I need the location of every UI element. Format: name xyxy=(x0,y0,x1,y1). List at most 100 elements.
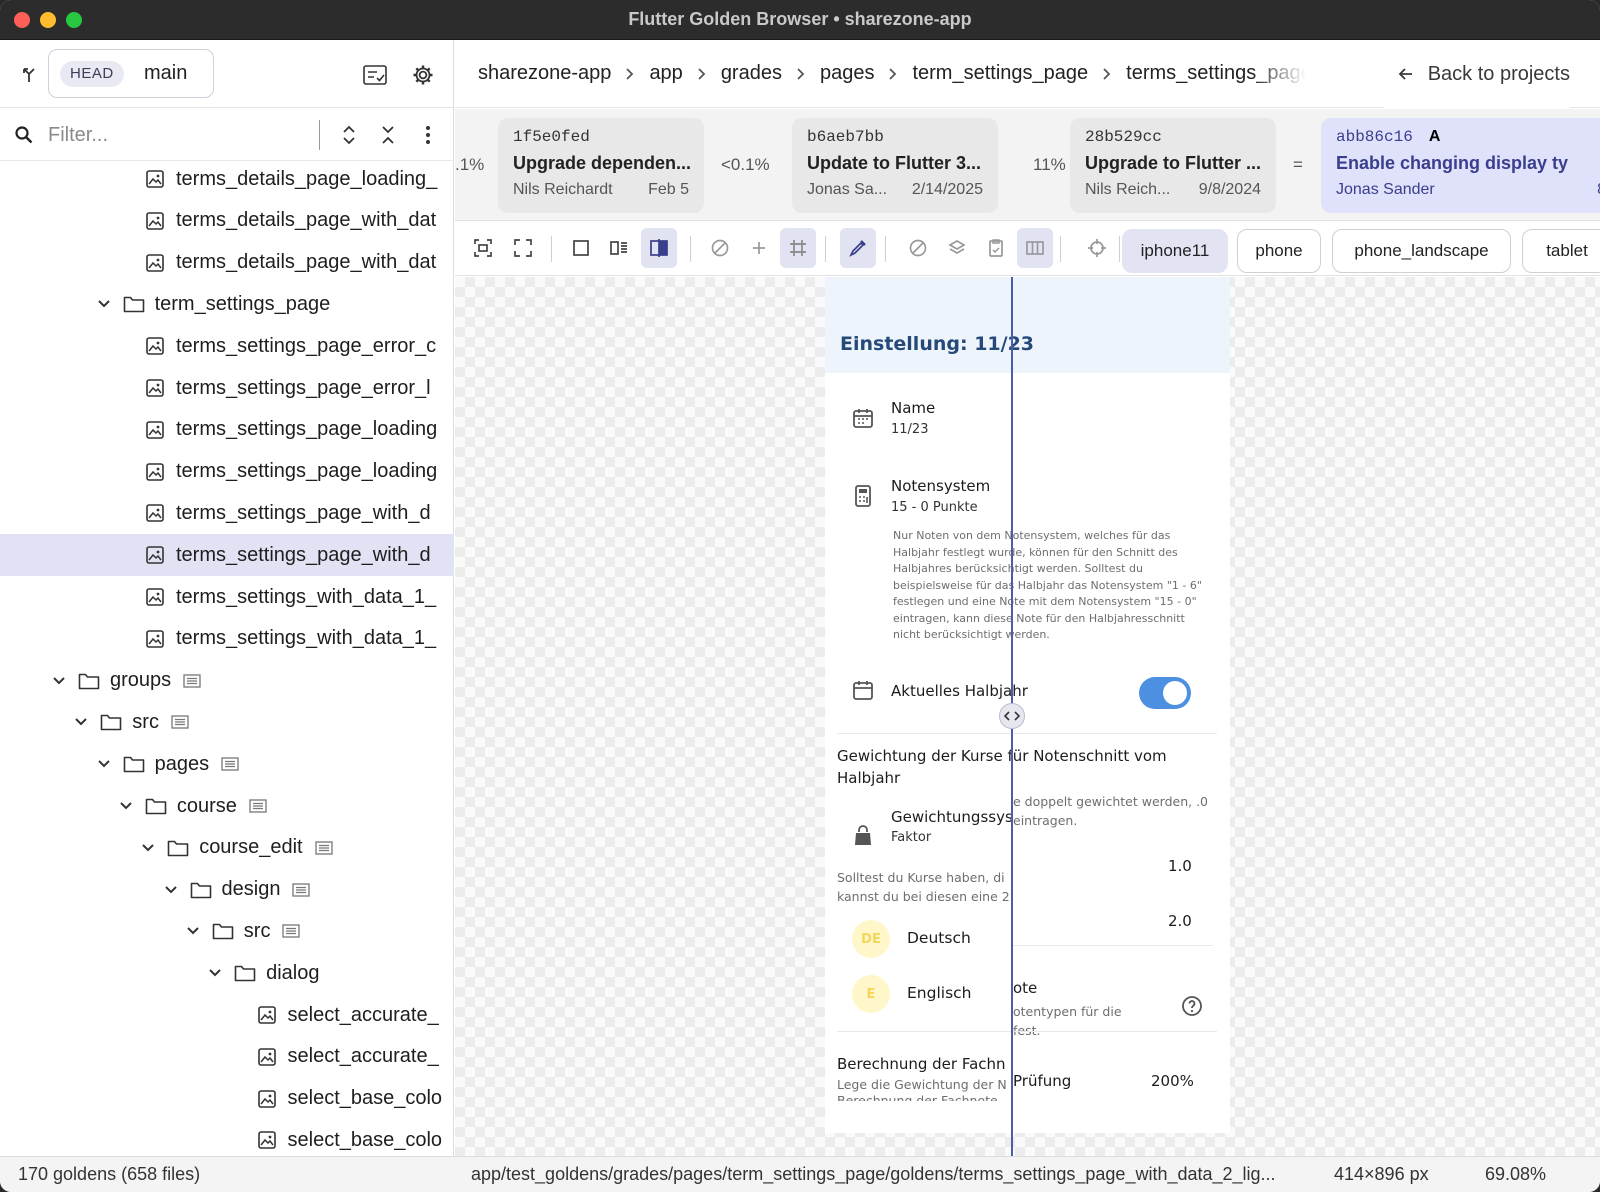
list-view-icon[interactable] xyxy=(249,799,267,813)
tree-folder[interactable]: course_edit xyxy=(0,827,454,869)
back-to-projects-button[interactable]: Back to projects xyxy=(1383,40,1570,108)
device-chip-phone_landscape[interactable]: phone_landscape xyxy=(1332,229,1511,273)
tree-file[interactable]: select_base_colo xyxy=(0,1078,454,1120)
tree-folder[interactable]: course xyxy=(0,785,454,827)
tree-file[interactable]: terms_details_page_with_dat xyxy=(0,242,454,284)
golden-subject-de: Deutsch xyxy=(907,929,971,947)
golden-file-path: app/test_goldens/grades/pages/term_setti… xyxy=(471,1164,1276,1184)
breadcrumb-item[interactable]: grades xyxy=(721,62,782,85)
target-icon[interactable] xyxy=(1079,228,1115,268)
crosshair-plus-icon[interactable] xyxy=(741,228,777,268)
fullscreen-icon[interactable] xyxy=(505,228,541,268)
compare-split-handle[interactable] xyxy=(999,703,1025,729)
tree-file[interactable]: terms_settings_with_data_1_ xyxy=(0,576,454,618)
commit-meta: Jonas Sa... 2/14/2025 xyxy=(807,181,983,199)
tree-folder[interactable]: term_settings_page xyxy=(0,283,454,325)
merge-icon[interactable] xyxy=(16,62,42,88)
tree-file[interactable]: terms_settings_page_loading xyxy=(0,451,454,493)
image-file-icon xyxy=(256,1046,278,1068)
tree-folder[interactable]: dialog xyxy=(0,952,454,994)
branch-selector[interactable]: HEAD main xyxy=(48,49,214,98)
disable-icon[interactable] xyxy=(900,228,936,268)
list-view-icon[interactable] xyxy=(171,715,189,730)
tree-file[interactable]: select_accurate_ xyxy=(0,1036,454,1078)
columns-icon[interactable] xyxy=(1017,228,1053,268)
tree-file[interactable]: terms_settings_with_data_1_ xyxy=(0,618,454,660)
tree-folder[interactable]: src xyxy=(0,910,454,952)
tree-file[interactable]: terms_settings_page_error_c xyxy=(0,325,454,367)
filter-input[interactable] xyxy=(48,118,306,152)
collapse-all-icon[interactable] xyxy=(375,121,401,149)
list-view-icon[interactable] xyxy=(292,882,311,897)
tree-file[interactable]: select_base_colo xyxy=(0,1119,454,1156)
tree-folder[interactable]: pages xyxy=(0,743,454,785)
golden-calc-sub-2: Berechnung der Fachnote xyxy=(837,1093,998,1101)
breadcrumb-item[interactable]: app xyxy=(649,62,682,85)
tree-file[interactable]: terms_details_page_loading_ xyxy=(0,161,454,200)
tree-file[interactable]: terms_settings_page_with_d xyxy=(0,492,454,534)
chevron-down-icon[interactable] xyxy=(93,293,115,315)
breadcrumb-item[interactable]: sharezone-app xyxy=(478,62,611,85)
tree-item-label: dialog xyxy=(266,961,320,984)
tree-file[interactable]: terms_details_page_with_dat xyxy=(0,200,454,242)
commit-card[interactable]: 28b529cc Upgrade to Flutter ... Nils Reich… xyxy=(1070,118,1276,213)
layers-icon[interactable] xyxy=(939,228,975,268)
breadcrumb-item[interactable]: term_settings_page xyxy=(912,62,1088,85)
tree-item-label: pages xyxy=(154,752,210,775)
tree-folder[interactable]: src xyxy=(0,701,454,743)
expand-all-icon[interactable] xyxy=(336,121,362,149)
grid-icon[interactable] xyxy=(780,228,816,268)
settings-gear-icon[interactable] xyxy=(408,60,438,90)
chevron-down-icon[interactable] xyxy=(115,795,137,817)
chevron-down-icon[interactable] xyxy=(137,837,159,859)
tree-folder[interactable]: design xyxy=(0,869,454,911)
split-compare-icon[interactable] xyxy=(641,228,677,268)
commit-card[interactable]: abb86c16 A Enable changing display ty Jonas… xyxy=(1321,118,1600,213)
color-picker-icon[interactable] xyxy=(840,228,876,268)
chevron-right-icon xyxy=(888,67,898,81)
breadcrumb-item[interactable]: terms_settings_page_with_data_2 xyxy=(1126,62,1306,85)
device-chip-phone[interactable]: phone xyxy=(1237,229,1321,273)
list-view-icon[interactable] xyxy=(282,924,301,939)
breadcrumb-item[interactable]: pages xyxy=(820,62,875,85)
tree-file[interactable]: terms_settings_page_error_l xyxy=(0,367,454,409)
title-bar: Flutter Golden Browser • sharezone-app xyxy=(0,0,1600,40)
list-view-icon[interactable] xyxy=(314,841,333,855)
chevron-down-icon[interactable] xyxy=(93,753,115,775)
device-chip-label: tablet xyxy=(1546,241,1588,260)
folder-icon xyxy=(100,711,122,733)
list-view-icon[interactable] xyxy=(221,757,239,771)
golden-subject-e: Englisch xyxy=(907,984,972,1002)
chevron-down-icon[interactable] xyxy=(48,670,70,692)
list-view-icon[interactable] xyxy=(183,673,201,688)
tree-file[interactable]: terms_settings_page_with_d xyxy=(0,534,454,577)
more-options-icon[interactable] xyxy=(416,121,440,149)
tree-file[interactable]: select_accurate_ xyxy=(0,994,454,1036)
side-by-side-icon[interactable] xyxy=(601,228,637,268)
commit-hash: 1f5e0fed xyxy=(513,128,590,146)
tree-folder[interactable]: groups xyxy=(0,660,454,702)
clipboard-icon[interactable] xyxy=(978,228,1014,268)
commit-author: Nils Reich... xyxy=(1085,181,1171,198)
toolbar-separator xyxy=(825,236,826,262)
no-diff-icon[interactable] xyxy=(702,228,738,268)
device-chip-iphone11[interactable]: iphone11 xyxy=(1122,229,1228,273)
golden-weight-2: 2.0 xyxy=(1168,912,1192,930)
golden-app-bar: Einstellung: 11/23 xyxy=(825,277,1230,373)
fit-icon[interactable] xyxy=(465,228,501,268)
chevron-down-icon[interactable] xyxy=(182,920,204,942)
tree-item-label: select_accurate_ xyxy=(287,1003,439,1026)
single-view-icon[interactable] xyxy=(563,228,599,268)
commit-card[interactable]: b6aeb7bb Update to Flutter 3... Jonas Sa..… xyxy=(792,118,998,213)
chevron-down-icon[interactable] xyxy=(204,962,226,984)
commit-diff-percent: 11% xyxy=(1033,155,1066,174)
chevron-down-icon[interactable] xyxy=(70,711,92,733)
device-chip-tablet[interactable]: tablet xyxy=(1522,229,1600,273)
sidebar-header: HEAD main xyxy=(0,40,454,108)
tree-file[interactable]: terms_settings_page_loading xyxy=(0,409,454,451)
commit-card[interactable]: 1f5e0fed Upgrade dependen... Nils Reichard… xyxy=(498,118,704,213)
toolbar-separator xyxy=(1119,236,1120,262)
checklist-icon[interactable] xyxy=(360,60,390,90)
chevron-down-icon[interactable] xyxy=(160,879,182,901)
commit-date: Feb 5 xyxy=(648,181,689,198)
